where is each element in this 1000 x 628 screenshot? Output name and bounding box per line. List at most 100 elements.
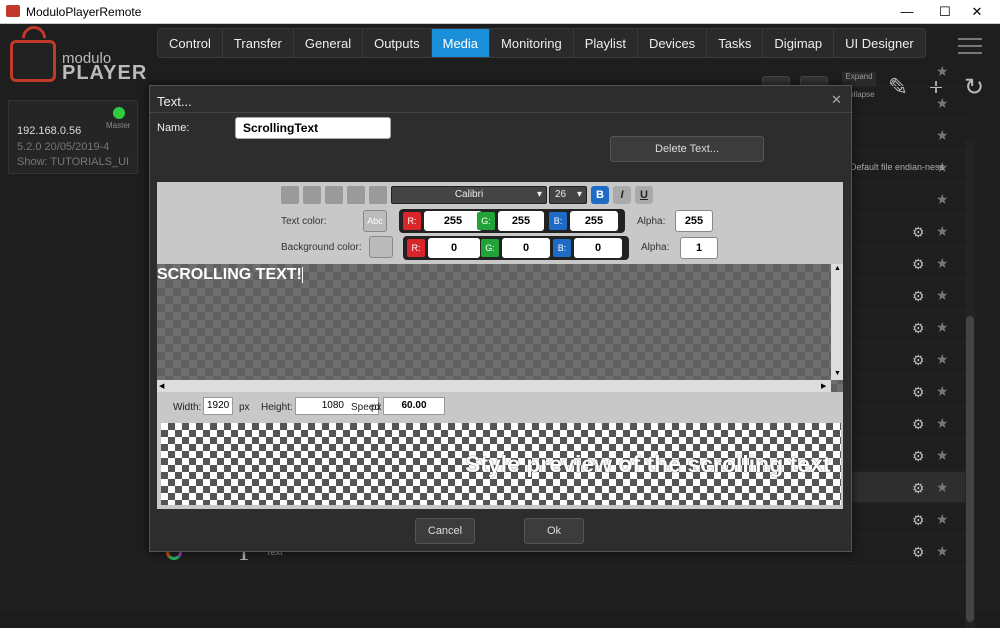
width-input[interactable]: 1920 xyxy=(203,397,233,415)
star-icon[interactable]: ★ xyxy=(936,415,949,432)
text-content-value: SCROLLING TEXT! xyxy=(157,266,302,283)
text-r-input[interactable]: 255 xyxy=(424,211,482,231)
media-scrollbar-thumb[interactable] xyxy=(966,316,974,622)
tab-transfer[interactable]: Transfer xyxy=(223,29,294,57)
italic-button[interactable]: I xyxy=(613,186,631,204)
star-icon[interactable]: ★ xyxy=(936,447,949,464)
gear-icon[interactable]: ⚙ xyxy=(912,480,925,497)
font-size-select[interactable]: 26 ▾ xyxy=(549,186,587,204)
tab-control[interactable]: Control xyxy=(158,29,223,57)
media-row[interactable]: ★ xyxy=(150,56,965,87)
tab-digimap[interactable]: Digimap xyxy=(763,29,835,57)
star-icon[interactable]: ★ xyxy=(936,255,949,272)
online-status-dot xyxy=(113,107,125,119)
undo-icon[interactable] xyxy=(281,186,299,204)
server-version: 5.2.0 20/05/2019-4 xyxy=(17,141,110,153)
tab-media[interactable]: Media xyxy=(431,29,491,57)
preview-text: Style preview of the scrolling text xyxy=(465,451,831,477)
star-icon[interactable]: ★ xyxy=(936,543,949,560)
gear-icon[interactable]: ⚙ xyxy=(912,352,925,369)
media-row-note: Default file endian-ness xyxy=(850,162,945,172)
cancel-button[interactable]: Cancel xyxy=(415,518,475,544)
text-horizontal-scrollbar[interactable]: ◀ ▶ xyxy=(157,380,831,392)
gear-icon[interactable]: ⚙ xyxy=(912,416,925,433)
text-content: SCROLLING TEXT! xyxy=(157,266,303,284)
window-title: ModuloPlayerRemote xyxy=(26,5,142,19)
text-b-input[interactable]: 255 xyxy=(570,211,618,231)
text-vertical-scrollbar[interactable]: ▲ ▼ xyxy=(831,264,843,380)
ok-button[interactable]: Ok xyxy=(524,518,584,544)
tab-playlist[interactable]: Playlist xyxy=(574,29,638,57)
bold-button[interactable]: B xyxy=(591,186,609,204)
server-card[interactable]: Master 192.168.0.56 5.2.0 20/05/2019-4 S… xyxy=(8,100,138,174)
bg-b-label: B: xyxy=(553,239,571,257)
name-label: Name: xyxy=(157,122,190,134)
scroll-left-icon[interactable]: ◀ xyxy=(159,382,164,390)
star-icon[interactable]: ★ xyxy=(936,223,949,240)
bg-color-swatch[interactable] xyxy=(369,236,393,258)
star-icon[interactable]: ★ xyxy=(936,351,949,368)
cut-icon[interactable] xyxy=(369,186,387,204)
star-icon[interactable]: ★ xyxy=(936,63,949,80)
name-input[interactable] xyxy=(235,117,391,139)
scroll-down-icon[interactable]: ▼ xyxy=(834,370,841,377)
bg-alpha-label: Alpha: xyxy=(641,242,670,253)
px-label-2: px xyxy=(371,402,382,413)
copy-icon[interactable] xyxy=(325,186,343,204)
bg-g-input[interactable]: 0 xyxy=(502,238,550,258)
tab-tasks[interactable]: Tasks xyxy=(707,29,764,57)
text-content-area[interactable]: SCROLLING TEXT! ▲ ▼ ◀ ▶ xyxy=(157,264,843,392)
bg-alpha-input[interactable]: 1 xyxy=(680,237,718,259)
main-tabs: Control Transfer General Outputs Media M… xyxy=(157,28,926,58)
gear-icon[interactable]: ⚙ xyxy=(912,512,925,529)
gear-icon[interactable]: ⚙ xyxy=(912,224,925,241)
star-icon[interactable]: ★ xyxy=(936,319,949,336)
star-icon[interactable]: ★ xyxy=(936,287,949,304)
tab-monitoring[interactable]: Monitoring xyxy=(490,29,574,57)
redo-icon[interactable] xyxy=(303,186,321,204)
bg-b-input[interactable]: 0 xyxy=(574,238,622,258)
scroll-up-icon[interactable]: ▲ xyxy=(834,265,841,272)
star-icon[interactable]: ★ xyxy=(936,511,949,528)
text-caret xyxy=(301,266,303,283)
menu-icon[interactable] xyxy=(958,38,982,56)
star-icon[interactable]: ★ xyxy=(936,479,949,496)
underline-button[interactable]: U xyxy=(635,186,653,204)
tab-general[interactable]: General xyxy=(294,29,364,57)
star-icon[interactable]: ★ xyxy=(936,191,949,208)
tab-devices[interactable]: Devices xyxy=(638,29,708,57)
media-scrollbar[interactable] xyxy=(965,140,975,628)
star-icon[interactable]: ★ xyxy=(936,383,949,400)
gear-icon[interactable]: ⚙ xyxy=(912,448,925,465)
scroll-right-icon[interactable]: ▶ xyxy=(821,382,826,390)
gear-icon[interactable]: ⚙ xyxy=(912,288,925,305)
bg-color-label: Background color: xyxy=(281,242,362,253)
gear-icon[interactable]: ⚙ xyxy=(912,544,925,561)
paste-icon[interactable] xyxy=(347,186,365,204)
font-select-value: Calibri xyxy=(454,189,484,200)
chevron-down-icon: ▾ xyxy=(536,189,542,200)
bg-r-input[interactable]: 0 xyxy=(428,238,480,258)
font-select[interactable]: Calibri ▾ xyxy=(391,186,547,204)
speed-input[interactable]: 60.00 xyxy=(383,397,445,415)
text-g-label: G: xyxy=(477,212,495,230)
tab-ui-designer[interactable]: UI Designer xyxy=(834,29,925,57)
delete-text-button[interactable]: Delete Text... xyxy=(610,136,764,162)
text-color-swatch[interactable]: Abc xyxy=(363,210,387,232)
bg-g-label: G: xyxy=(481,239,499,257)
server-show: Show: TUTORIALS_UI xyxy=(17,156,130,168)
gear-icon[interactable]: ⚙ xyxy=(912,384,925,401)
dialog-close-icon[interactable]: ✕ xyxy=(831,92,842,108)
app-icon xyxy=(6,5,20,17)
dialog-divider xyxy=(150,112,853,113)
text-alpha-input[interactable]: 255 xyxy=(675,210,713,232)
star-icon[interactable]: ★ xyxy=(936,95,949,112)
star-icon[interactable]: ★ xyxy=(936,127,949,144)
gear-icon[interactable]: ⚙ xyxy=(912,256,925,273)
tab-outputs[interactable]: Outputs xyxy=(363,29,432,57)
bg-rgb-group: R: 0 G: 0 B: 0 xyxy=(403,236,629,260)
text-g-input[interactable]: 255 xyxy=(498,211,544,231)
close-window-button[interactable]: ✕ xyxy=(954,0,1000,24)
chevron-down-icon: ▾ xyxy=(576,189,582,200)
gear-icon[interactable]: ⚙ xyxy=(912,320,925,337)
